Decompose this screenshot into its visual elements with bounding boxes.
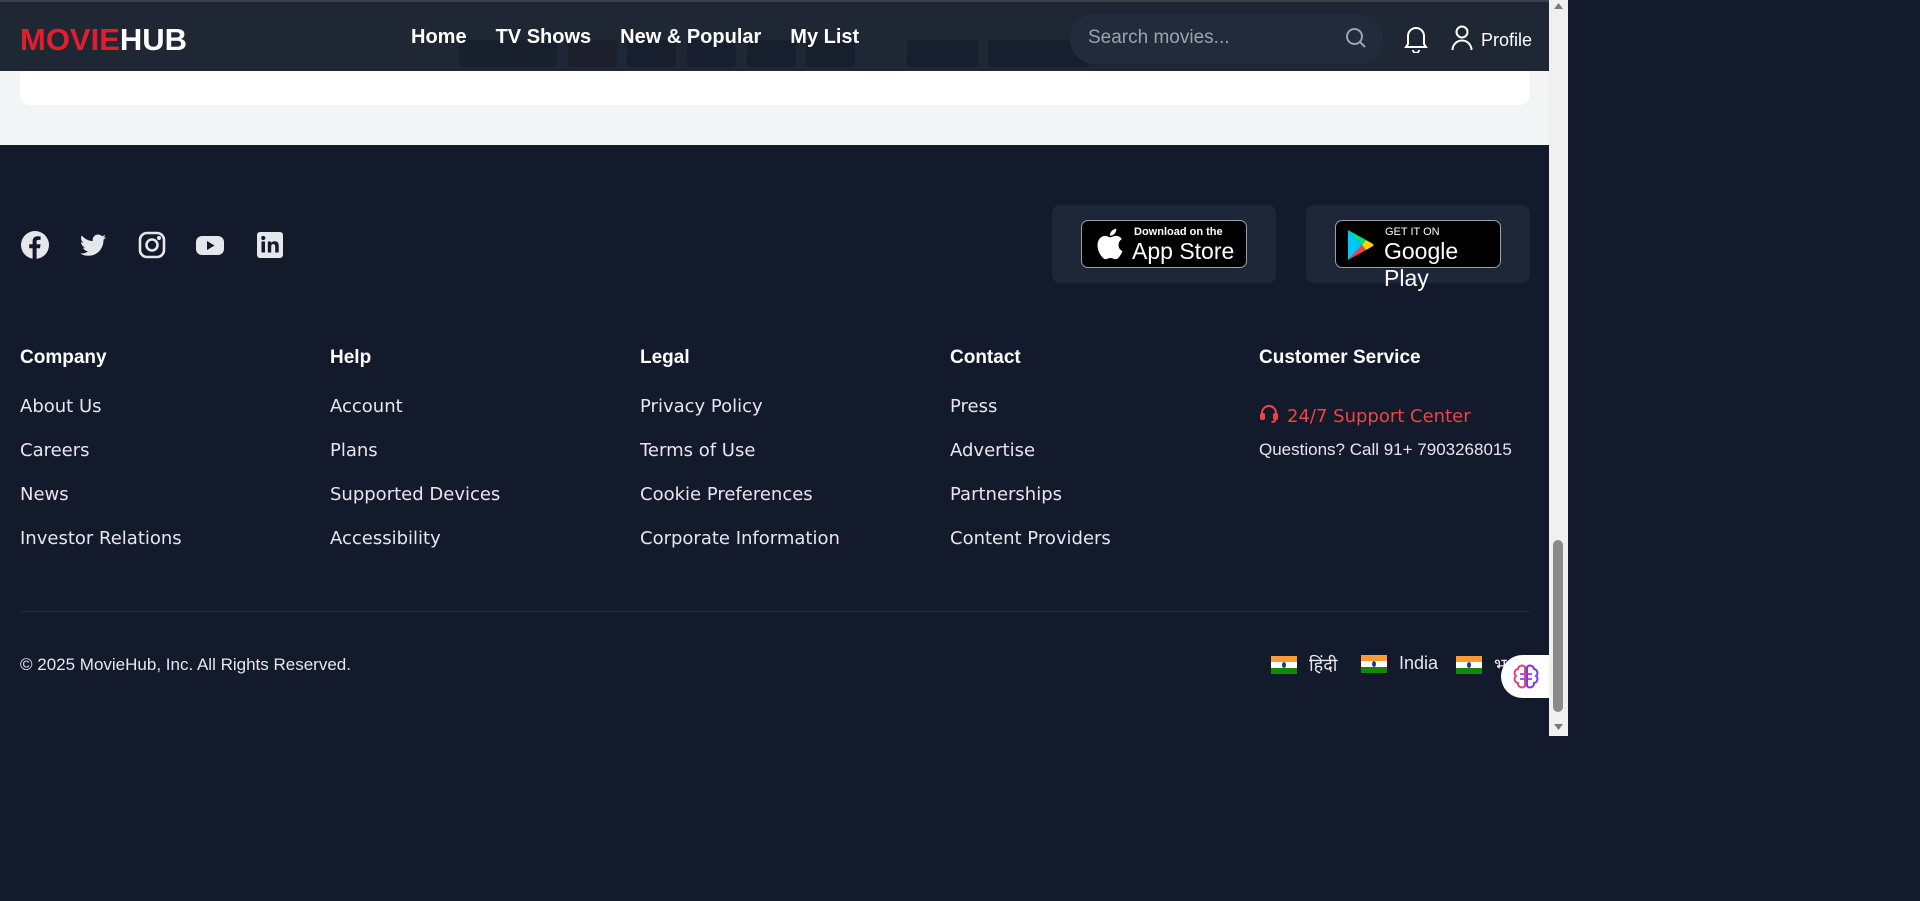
footer-link[interactable]: Cookie Preferences bbox=[640, 483, 840, 527]
support-center-link[interactable]: 24/7 Support Center bbox=[1259, 395, 1512, 439]
footer-link[interactable]: Account bbox=[330, 395, 500, 439]
region-label: India bbox=[1399, 653, 1439, 673]
footer-link[interactable]: About Us bbox=[20, 395, 182, 439]
language-option-third[interactable]: भ bbox=[1456, 653, 1507, 677]
footer-link[interactable]: Accessibility bbox=[330, 527, 500, 571]
scroll-up-arrow-icon[interactable] bbox=[1554, 3, 1563, 9]
google-play-big-text: Google Play bbox=[1384, 238, 1459, 291]
footer-divider bbox=[20, 611, 1530, 612]
google-play-icon bbox=[1346, 229, 1374, 265]
search-box bbox=[1070, 14, 1383, 64]
nav-link-new-popular[interactable]: New & Popular bbox=[620, 26, 761, 49]
footer-link[interactable]: Press bbox=[950, 395, 1111, 439]
google-play-badge[interactable]: GET IT ON Google Play bbox=[1335, 220, 1501, 291]
copyright-text: © 2025 MovieHub, Inc. All Rights Reserve… bbox=[20, 655, 351, 674]
app-store-big-text: App Store bbox=[1132, 238, 1235, 264]
footer-link[interactable]: Partnerships bbox=[950, 483, 1111, 527]
app-store-badge[interactable]: Download on the App Store bbox=[1081, 220, 1247, 268]
nav-link-tv-shows[interactable]: TV Shows bbox=[496, 26, 592, 49]
top-navbar: MOVIEHUB Home TV Shows New & Popular My … bbox=[0, 0, 1549, 71]
app-store-small-text: Download on the bbox=[1134, 226, 1223, 238]
search-input[interactable] bbox=[1088, 27, 1338, 49]
language-option-hindi[interactable]: हिंदी bbox=[1271, 653, 1337, 677]
profile-label: Profile bbox=[1481, 29, 1533, 50]
india-flag-icon bbox=[1456, 656, 1482, 674]
support-phone-text: Questions? Call 91+ 7903268015 bbox=[1259, 440, 1512, 459]
footer-link[interactable]: Privacy Policy bbox=[640, 395, 840, 439]
footer-column-customer-service: Customer Service 24/7 Support Center Que… bbox=[1259, 347, 1512, 461]
headset-icon bbox=[1259, 404, 1279, 431]
column-title: Company bbox=[20, 347, 107, 368]
footer-link[interactable]: Plans bbox=[330, 439, 500, 483]
brand-logo-part2: HUB bbox=[119, 22, 188, 57]
column-title: Help bbox=[330, 347, 372, 368]
bell-icon[interactable] bbox=[1403, 25, 1429, 57]
profile-button[interactable]: Profile bbox=[1451, 25, 1532, 55]
search-icon[interactable] bbox=[1344, 26, 1368, 54]
facebook-icon[interactable] bbox=[20, 230, 50, 260]
user-icon bbox=[1451, 25, 1473, 55]
main-nav: Home TV Shows New & Popular My List bbox=[411, 26, 859, 49]
youtube-icon[interactable] bbox=[195, 230, 225, 260]
google-play-small-text: GET IT ON bbox=[1385, 226, 1440, 238]
apple-icon bbox=[1096, 228, 1124, 264]
footer-link[interactable]: Content Providers bbox=[950, 527, 1111, 571]
site-footer: Download on the App Store GET IT ON Goog… bbox=[0, 145, 1549, 736]
column-title: Legal bbox=[640, 347, 690, 368]
language-label: हिंदी bbox=[1309, 655, 1338, 675]
footer-column-help: Help Account Plans Supported Devices Acc… bbox=[330, 347, 500, 571]
scrollbar-thumb[interactable] bbox=[1553, 540, 1563, 712]
india-flag-icon bbox=[1361, 654, 1387, 673]
footer-link[interactable]: Careers bbox=[20, 439, 182, 483]
brand-logo[interactable]: MOVIEHUB bbox=[20, 22, 187, 58]
instagram-icon[interactable] bbox=[137, 230, 167, 260]
brain-icon bbox=[1513, 664, 1539, 694]
linkedin-icon[interactable] bbox=[255, 230, 285, 260]
app-store-box: Download on the App Store bbox=[1052, 205, 1276, 283]
footer-column-company: Company About Us Careers News Investor R… bbox=[20, 347, 182, 571]
nav-link-my-list[interactable]: My List bbox=[790, 26, 859, 49]
footer-link[interactable]: Advertise bbox=[950, 439, 1111, 483]
brand-logo-part1: MOVIE bbox=[20, 22, 120, 57]
region-option-india[interactable]: India bbox=[1361, 653, 1438, 674]
column-title: Contact bbox=[950, 347, 1021, 368]
google-play-box: GET IT ON Google Play bbox=[1306, 205, 1530, 291]
footer-column-legal: Legal Privacy Policy Terms of Use Cookie… bbox=[640, 347, 840, 571]
footer-link[interactable]: Terms of Use bbox=[640, 439, 840, 483]
footer-link[interactable]: News bbox=[20, 483, 182, 527]
footer-column-contact: Contact Press Advertise Partnerships Con… bbox=[950, 347, 1111, 571]
india-flag-icon bbox=[1271, 656, 1297, 674]
support-center-label: 24/7 Support Center bbox=[1287, 406, 1471, 427]
footer-link[interactable]: Investor Relations bbox=[20, 527, 182, 571]
footer-link[interactable]: Corporate Information bbox=[640, 527, 840, 571]
twitter-icon[interactable] bbox=[78, 230, 108, 260]
scroll-down-arrow-icon[interactable] bbox=[1554, 724, 1563, 730]
nav-link-home[interactable]: Home bbox=[411, 26, 467, 49]
column-title: Customer Service bbox=[1259, 347, 1421, 368]
footer-link[interactable]: Supported Devices bbox=[330, 483, 500, 527]
